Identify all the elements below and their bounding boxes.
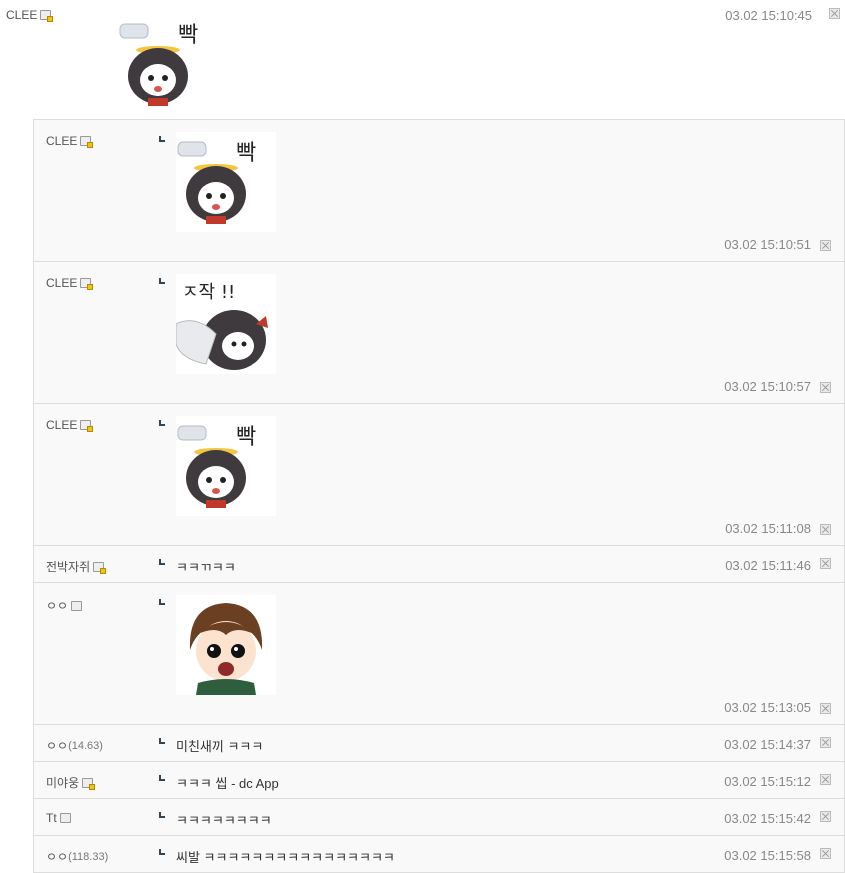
ppak-sticker-image: 빡 xyxy=(177,425,256,508)
fixed-nick-badge-icon xyxy=(93,561,107,574)
reply-timestamp: 03.02 15:15:12 xyxy=(724,774,811,789)
reply-arrow-icon xyxy=(159,849,165,855)
slap-sticker-image: ㅈ작 !! xyxy=(175,282,268,370)
svg-text:빡: 빡 xyxy=(236,425,256,450)
reply-timestamp: 03.02 15:10:51 xyxy=(724,237,811,252)
reply-sticker xyxy=(176,595,276,695)
reply-arrow-icon xyxy=(159,420,165,426)
reply-nickname[interactable]: ㅇㅇ (118.33) xyxy=(46,848,108,865)
reply-nickname[interactable]: ㅇㅇ (14.63) xyxy=(46,737,103,754)
reply-nickname[interactable]: Tt xyxy=(46,811,71,825)
nick-badge-icon xyxy=(71,600,83,611)
reply-timestamp: 03.02 15:15:42 xyxy=(724,811,811,826)
reply-item: 미야웅 ㅋㅋㅋ 씹 - dc App 03.02 15:15:12 xyxy=(34,762,844,799)
reply-text: 미친새끼 ㅋㅋㅋ xyxy=(176,739,264,754)
reply-text: 씨발 ㅋㅋㅋㅋㅋㅋㅋㅋㅋㅋㅋㅋㅋㅋㅋㅋ xyxy=(176,850,395,865)
reply-item: CLEE 빡 03.02 15:11:08 xyxy=(34,404,844,546)
reply-nickname[interactable]: CLEE xyxy=(46,134,94,148)
crying-boy-sticker-image xyxy=(189,603,263,695)
ppak-sticker-image: 빡 xyxy=(119,23,198,106)
reply-nickname[interactable]: ㅇㅇ xyxy=(46,597,83,614)
svg-text:빡: 빡 xyxy=(236,141,256,166)
comment-sticker: 빡 xyxy=(118,14,218,117)
comment-timestamp: 03.02 15:10:45 xyxy=(725,8,812,23)
ppak-sticker-image: 빡 xyxy=(177,141,256,224)
reply-item: ㅇㅇ (118.33) 씨발 ㅋㅋㅋㅋㅋㅋㅋㅋㅋㅋㅋㅋㅋㅋㅋㅋ 03.02 15:… xyxy=(34,836,844,873)
delete-icon[interactable] xyxy=(820,524,831,535)
reply-arrow-icon xyxy=(159,599,165,605)
delete-icon[interactable] xyxy=(820,737,831,748)
fixed-nick-badge-icon xyxy=(80,136,94,148)
reply-nickname[interactable]: CLEE xyxy=(46,418,94,432)
delete-icon[interactable] xyxy=(820,382,831,393)
reply-arrow-icon xyxy=(159,136,165,142)
reply-arrow-icon xyxy=(159,559,165,565)
fixed-nick-badge-icon xyxy=(80,420,94,432)
svg-text:ㅈ작 !!: ㅈ작 !! xyxy=(182,282,235,303)
reply-sticker: 빡 xyxy=(176,132,276,232)
reply-arrow-icon xyxy=(159,278,165,284)
reply-arrow-icon xyxy=(159,738,165,744)
delete-icon[interactable] xyxy=(829,8,840,19)
delete-icon[interactable] xyxy=(820,811,831,822)
reply-timestamp: 03.02 15:11:46 xyxy=(725,558,811,573)
reply-timestamp: 03.02 15:13:05 xyxy=(724,700,811,715)
reply-timestamp: 03.02 15:10:57 xyxy=(724,379,811,394)
reply-item: ㅇㅇ 03.02 15:13:05 xyxy=(34,583,844,725)
reply-item: 전박자쥐 ㅋㅋㄲㅋㅋ 03.02 15:11:46 xyxy=(34,546,844,583)
reply-sticker: 빡 xyxy=(176,416,276,516)
delete-icon[interactable] xyxy=(820,240,831,251)
fixed-nick-badge-icon xyxy=(82,777,96,790)
top-comment: CLEE 03.02 15:10:45 빡 xyxy=(0,0,845,119)
delete-icon[interactable] xyxy=(820,774,831,785)
fixed-nick-badge-icon xyxy=(40,10,54,22)
fixed-nick-badge-icon xyxy=(80,278,94,290)
reply-item: CLEE ㅈ작 !! 03.02 15:10:57 xyxy=(34,262,844,404)
delete-icon[interactable] xyxy=(820,558,831,569)
reply-sticker: ㅈ작 !! xyxy=(175,274,276,374)
reply-text: ㅋㅋㄲㅋㅋ xyxy=(176,560,236,575)
reply-arrow-icon xyxy=(159,812,165,818)
delete-icon[interactable] xyxy=(820,848,831,859)
svg-text:빡: 빡 xyxy=(178,23,198,48)
reply-nickname[interactable]: 전박자쥐 xyxy=(46,558,107,575)
delete-icon[interactable] xyxy=(820,703,831,714)
ip-address: (14.63) xyxy=(68,739,103,752)
reply-timestamp: 03.02 15:11:08 xyxy=(725,521,811,536)
reply-item: Tt ㅋㅋㅋㅋㅋㅋㅋㅋ 03.02 15:15:42 xyxy=(34,799,844,836)
reply-text: ㅋㅋㅋ 씹 - dc App xyxy=(176,776,279,791)
reply-nickname[interactable]: 미야웅 xyxy=(46,774,96,791)
nick-badge-icon xyxy=(59,813,71,823)
reply-timestamp: 03.02 15:15:58 xyxy=(724,848,811,863)
reply-nickname[interactable]: CLEE xyxy=(46,276,94,290)
reply-item: CLEE 빡 03.02 15:10:51 xyxy=(34,120,844,262)
reply-item: ㅇㅇ (14.63) 미친새끼 ㅋㅋㅋ 03.02 15:14:37 xyxy=(34,725,844,762)
reply-list: CLEE 빡 03.02 15:10:51 CLEE ㅈ작 !! 03.02 1… xyxy=(33,119,845,873)
reply-arrow-icon xyxy=(159,775,165,781)
ip-address: (118.33) xyxy=(68,850,109,863)
reply-text: ㅋㅋㅋㅋㅋㅋㅋㅋ xyxy=(176,813,272,828)
comment-nickname[interactable]: CLEE xyxy=(6,8,54,22)
reply-timestamp: 03.02 15:14:37 xyxy=(724,737,811,752)
